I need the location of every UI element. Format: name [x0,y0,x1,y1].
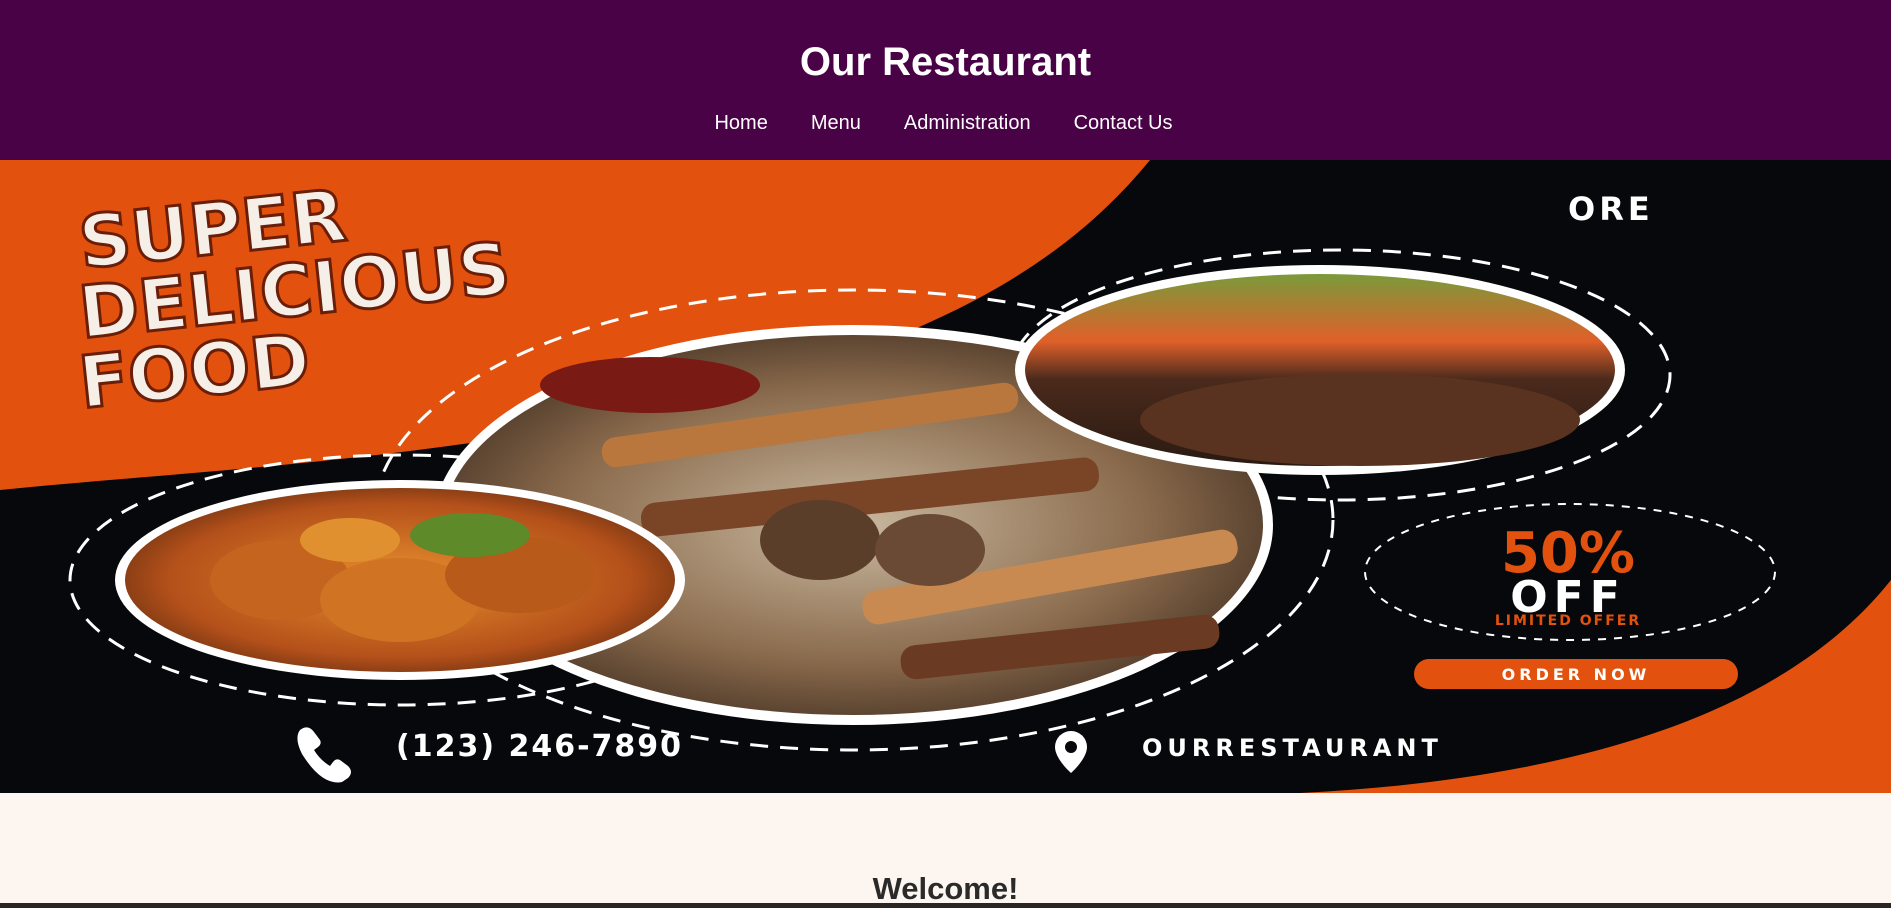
welcome-section: Welcome! [0,793,1891,908]
main-nav: Home Menu Administration Contact Us [0,110,1891,136]
nav-administration[interactable]: Administration [904,110,1031,136]
steak-piece [1140,374,1580,466]
hero-phone: (123) 246-7890 [396,729,683,764]
offer-note: LIMITED OFFER [1495,613,1641,629]
order-now-label: ORDER NOW [1502,665,1651,684]
hero-banner: SUPER DELICIOUS FOOD ORE 50% OFF LIMITED… [0,160,1891,793]
hero-brand-text: ORE [1568,190,1654,228]
order-now-button[interactable]: ORDER NOW [1414,659,1738,689]
nav-menu[interactable]: Menu [811,110,861,136]
welcome-heading: Welcome! [872,871,1019,906]
site-header: Our Restaurant Home Menu Administration … [0,0,1891,160]
next-section-edge [0,903,1891,908]
nav-home[interactable]: Home [714,110,767,136]
hero-location: OURRESTAURANT [1142,734,1443,762]
site-title: Our Restaurant [799,40,1092,84]
nav-contact-us[interactable]: Contact Us [1074,110,1173,136]
hero-artwork: SUPER DELICIOUS FOOD ORE 50% OFF LIMITED… [0,160,1891,793]
